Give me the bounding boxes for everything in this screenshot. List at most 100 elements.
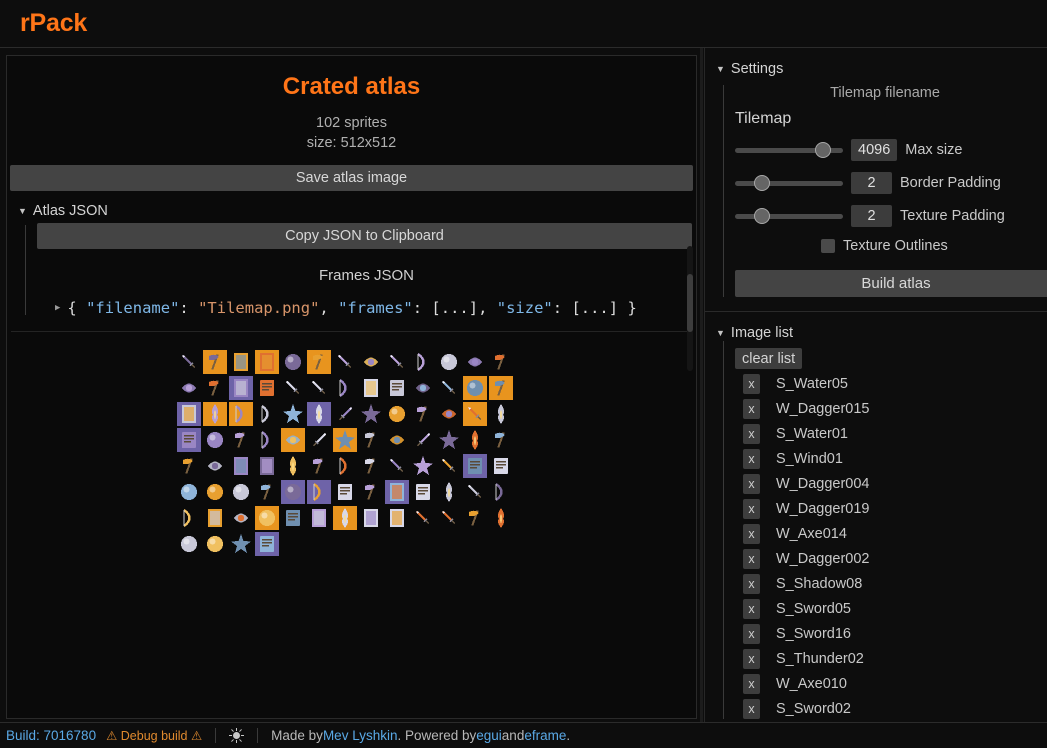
- atlas-sprite: [463, 506, 487, 530]
- slider-knob[interactable]: [754, 175, 771, 191]
- atlas-sprite: [177, 454, 201, 478]
- value-field-texture-padding[interactable]: 2: [851, 205, 892, 227]
- image-name-label: S_Wind01: [776, 451, 843, 467]
- value-field-max-size[interactable]: 4096: [851, 139, 898, 161]
- texture-outlines-checkbox[interactable]: [821, 239, 835, 253]
- atlas-sprite: [307, 428, 331, 452]
- slider-track: [735, 181, 843, 186]
- remove-image-button[interactable]: x: [743, 699, 760, 719]
- clear-list-button[interactable]: clear list: [735, 348, 803, 369]
- copy-json-to-clipboard-button[interactable]: Copy JSON to Clipboard: [37, 223, 692, 249]
- atlas-title: Crated atlas: [282, 73, 421, 100]
- atlas-sprite: [385, 506, 409, 530]
- json-preview-row[interactable]: ▶{ "filename": "Tilemap.png", "frames": …: [37, 299, 696, 317]
- image-name-label: W_Dagger002: [776, 551, 870, 567]
- slider-label-border-padding: Border Padding: [900, 175, 1001, 191]
- app-title: rPack: [20, 9, 88, 37]
- slider-border-padding[interactable]: [735, 175, 843, 191]
- image-name-label: W_Dagger004: [776, 476, 870, 492]
- image-list-section-header[interactable]: ▼ Image list: [716, 325, 1047, 341]
- atlas-sprite: [307, 454, 331, 478]
- separator: [11, 331, 692, 332]
- atlas-sprite: [411, 376, 435, 400]
- atlas-sprite: [229, 454, 253, 478]
- central-scrollbar[interactable]: [687, 246, 693, 371]
- chevron-right-icon[interactable]: ▶: [55, 303, 60, 313]
- indent-guide: [723, 85, 724, 297]
- eframe-link[interactable]: eframe: [524, 728, 566, 743]
- remove-image-button[interactable]: x: [743, 624, 760, 644]
- atlas-sprite: [254, 532, 279, 556]
- atlas-sprite: [437, 480, 461, 504]
- author-link[interactable]: Mev Lyshkin: [323, 728, 398, 743]
- atlas-sprite: [255, 454, 279, 478]
- atlas-sprite: [333, 454, 357, 478]
- remove-image-button[interactable]: x: [743, 549, 760, 569]
- value-field-border-padding[interactable]: 2: [851, 172, 892, 194]
- atlas-json-section-header[interactable]: ▼ Atlas JSON: [18, 203, 696, 219]
- atlas-sprite: [306, 402, 331, 426]
- atlas-sprite: [254, 350, 279, 374]
- remove-image-button[interactable]: x: [743, 374, 760, 394]
- egui-link[interactable]: egui: [476, 728, 502, 743]
- remove-image-button[interactable]: x: [743, 424, 760, 444]
- build-number-label: Build: 7016780: [6, 728, 97, 743]
- atlas-sprite: [411, 506, 435, 530]
- chevron-down-icon: ▼: [716, 327, 725, 338]
- remove-image-button[interactable]: x: [743, 449, 760, 469]
- atlas-sprite: [359, 376, 383, 400]
- remove-image-button[interactable]: x: [743, 574, 760, 594]
- image-name-label: W_Axe010: [776, 676, 847, 692]
- powered-by-text: . Powered by: [397, 728, 477, 743]
- save-atlas-image-button[interactable]: Save atlas image: [10, 165, 693, 191]
- atlas-sprite: [281, 454, 305, 478]
- json-close-brace: }: [618, 299, 637, 317]
- settings-image-list-separator: [705, 311, 1047, 312]
- atlas-sprite: [333, 376, 357, 400]
- build-atlas-button[interactable]: Build atlas: [735, 270, 1047, 297]
- remove-image-button[interactable]: x: [743, 649, 760, 669]
- slider-max-size[interactable]: [735, 142, 843, 158]
- atlas-panel: Crated atlas 102 sprites size: 512x512 S…: [6, 55, 697, 719]
- remove-image-button[interactable]: x: [743, 524, 760, 544]
- slider-knob[interactable]: [815, 142, 832, 158]
- atlas-sprite: [489, 402, 513, 426]
- settings-section-header[interactable]: ▼ Settings: [716, 61, 1047, 77]
- frames-json-caption: Frames JSON: [318, 267, 414, 284]
- list-item: x S_Shadow08: [743, 574, 1047, 594]
- atlas-sprite: [255, 402, 279, 426]
- atlas-sprite: [306, 480, 331, 504]
- json-colon-1: :: [179, 299, 199, 317]
- list-item: x S_Wind01: [743, 449, 1047, 469]
- atlas-sprite: [229, 480, 253, 504]
- central-scrollbar-thumb[interactable]: [687, 274, 693, 332]
- atlas-sprite: [228, 376, 253, 400]
- atlas-sprite: [229, 506, 253, 530]
- texture-outlines-checkbox-row[interactable]: Texture Outlines: [821, 238, 1047, 254]
- atlas-sprite: [333, 480, 357, 504]
- remove-image-button[interactable]: x: [743, 674, 760, 694]
- atlas-sprite: [280, 428, 305, 452]
- image-name-label: S_Thunder02: [776, 651, 864, 667]
- slider-knob[interactable]: [754, 208, 771, 224]
- atlas-sprite: [281, 376, 305, 400]
- atlas-sprite: [332, 506, 357, 530]
- remove-image-button[interactable]: x: [743, 599, 760, 619]
- panel-splitter[interactable]: [700, 48, 703, 722]
- atlas-sprite: [463, 350, 487, 374]
- image-items-container: x S_Water05 x W_Dagger015 x S_Water01 x S_Wind0…: [735, 374, 1047, 719]
- atlas-sprite: [333, 350, 357, 374]
- remove-image-button[interactable]: x: [743, 499, 760, 519]
- sun-icon[interactable]: [229, 728, 245, 743]
- tilemap-filename-input[interactable]: [735, 110, 1015, 128]
- atlas-sprite: [489, 350, 513, 374]
- json-value-size: [...]: [571, 299, 619, 317]
- slider-texture-padding[interactable]: [735, 208, 843, 224]
- remove-image-button[interactable]: x: [743, 399, 760, 419]
- and-text: and: [501, 728, 525, 743]
- atlas-size-text: size: 512x512: [306, 135, 397, 151]
- atlas-sprite: [203, 376, 227, 400]
- image-name-label: S_Sword05: [776, 601, 851, 617]
- remove-image-button[interactable]: x: [743, 474, 760, 494]
- list-item: x W_Axe010: [743, 674, 1047, 694]
